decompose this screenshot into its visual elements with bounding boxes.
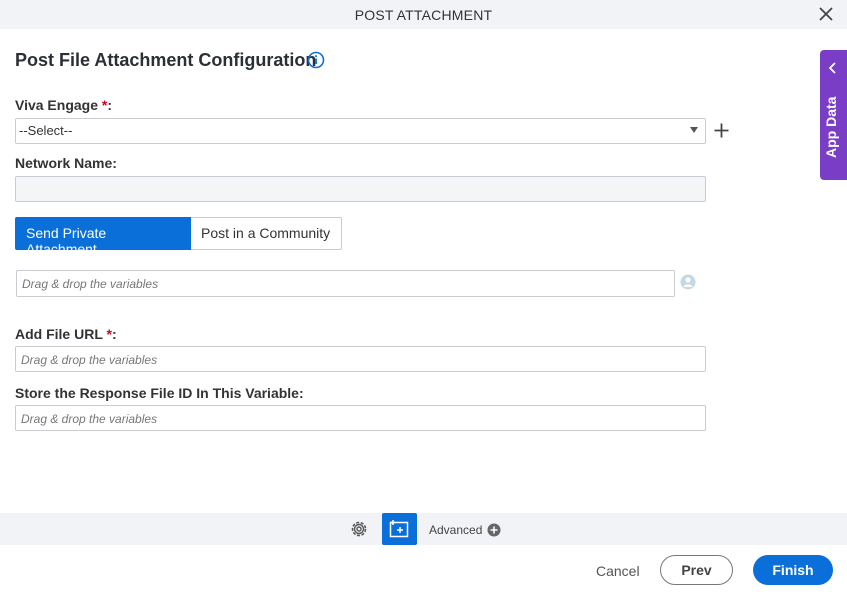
close-icon[interactable] <box>817 5 835 23</box>
finish-button[interactable]: Finish <box>753 555 833 585</box>
network-name-label: Network Name: <box>15 155 117 171</box>
label-colon: : <box>111 326 117 342</box>
info-icon[interactable] <box>307 51 325 69</box>
add-panel-button[interactable] <box>382 513 417 545</box>
add-panel-icon <box>389 520 409 538</box>
viva-engage-select[interactable]: --Select-- <box>15 118 706 144</box>
user-icon[interactable] <box>680 274 696 290</box>
plus-circle-icon[interactable] <box>487 523 501 537</box>
response-id-label: Store the Response File ID In This Varia… <box>15 385 304 401</box>
app-data-label: App Data <box>823 96 839 158</box>
file-url-input[interactable]: Drag & drop the variables <box>15 346 706 372</box>
advanced-toolbar <box>0 513 847 545</box>
viva-engage-label: Viva Engage *: <box>15 97 112 113</box>
prev-button[interactable]: Prev <box>660 555 733 585</box>
gear-icon[interactable] <box>348 518 370 540</box>
chevron-left-icon <box>828 62 836 74</box>
response-id-input[interactable]: Drag & drop the variables <box>15 405 706 431</box>
attachment-mode-toggle: Send Private Attachment Post in a Commun… <box>15 217 342 257</box>
dialog-title: POST ATTACHMENT <box>354 7 493 23</box>
file-url-label: Add File URL *: <box>15 326 117 342</box>
plus-icon[interactable] <box>713 122 730 139</box>
viva-engage-label-text: Viva Engage <box>15 97 102 113</box>
viva-engage-selected-value: --Select-- <box>19 123 73 138</box>
dialog-title-bar: POST ATTACHMENT <box>0 0 847 29</box>
network-name-field <box>15 176 706 202</box>
app-data-panel-tab[interactable]: App Data <box>820 50 847 180</box>
advanced-link[interactable]: Advanced <box>429 523 482 537</box>
caret-down-icon <box>690 127 698 133</box>
file-url-label-text: Add File URL <box>15 326 107 342</box>
send-private-attachment-option[interactable]: Send Private Attachment <box>15 217 191 257</box>
recipient-variable-input[interactable]: Drag & drop the variables <box>16 270 675 297</box>
post-in-community-option[interactable]: Post in a Community <box>191 217 342 250</box>
page-title: Post File Attachment Configuration <box>15 50 317 70</box>
label-colon: : <box>107 97 113 113</box>
cancel-button[interactable]: Cancel <box>596 563 640 579</box>
